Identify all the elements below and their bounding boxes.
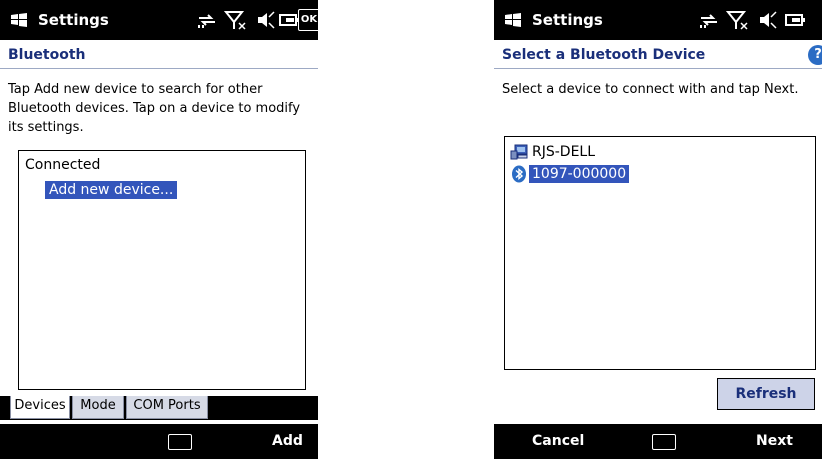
add-new-device-item[interactable]: Add new device... [45, 181, 178, 199]
tab-com-ports[interactable]: COM Ports [126, 396, 208, 419]
device-item-1097-000000[interactable]: 1097-000000 [509, 163, 630, 185]
app-title: Settings [532, 11, 603, 29]
signal-off-icon[interactable] [726, 9, 750, 31]
instructions-text: Select a device to connect with and tap … [502, 82, 799, 97]
page-header: Bluetooth [0, 44, 318, 69]
soft-key-bar: Cancel Next [494, 424, 822, 459]
device-item-rjs-dell[interactable]: RJS-DELL [509, 141, 598, 163]
battery-icon[interactable] [278, 9, 300, 31]
page-title: Select a Bluetooth Device [502, 47, 706, 63]
signal-off-icon[interactable] [224, 9, 248, 31]
instructions-line: Bluetooth devices. Tap on a device to mo… [8, 101, 301, 116]
title-bar: Settings [494, 0, 822, 40]
windows-logo-icon[interactable] [10, 12, 28, 28]
refresh-button[interactable]: Refresh [717, 378, 815, 410]
tab-devices[interactable]: Devices [10, 396, 70, 419]
connectivity-icon[interactable] [196, 9, 218, 31]
windows-logo-icon[interactable] [504, 12, 522, 28]
add-softkey[interactable]: Add [272, 433, 303, 449]
bluetooth-icon [512, 165, 526, 183]
page-header: Select a Bluetooth Device ? [494, 44, 822, 69]
soft-key-bar: Add [0, 424, 318, 459]
device-list[interactable]: Connected Add new device... [18, 150, 306, 390]
select-device-screen: Settings Select a Bluetooth Device ? Sel… [494, 0, 822, 459]
volume-off-icon[interactable] [256, 9, 276, 31]
keyboard-icon[interactable] [652, 434, 676, 450]
next-softkey[interactable]: Next [756, 433, 793, 449]
instructions-text: Tap Add new device to search for other B… [8, 80, 300, 137]
title-bar: Settings OK [0, 0, 318, 40]
computer-icon [510, 144, 528, 160]
device-list[interactable]: RJS-DELL 1097-000000 [504, 136, 816, 370]
device-label: 1097-000000 [529, 165, 630, 183]
ok-button[interactable]: OK [298, 9, 318, 31]
device-label: RJS-DELL [532, 144, 596, 160]
cancel-softkey[interactable]: Cancel [532, 433, 584, 449]
instructions-line: Tap Add new device to search for other [8, 82, 263, 97]
app-title: Settings [38, 11, 109, 29]
volume-off-icon[interactable] [758, 9, 778, 31]
tab-strip: Devices Mode COM Ports [0, 396, 318, 420]
battery-icon[interactable] [784, 9, 806, 31]
help-icon[interactable]: ? [808, 45, 822, 65]
group-label-connected: Connected [25, 157, 101, 173]
keyboard-icon[interactable] [168, 434, 192, 450]
instructions-line: its settings. [8, 120, 84, 135]
connectivity-icon[interactable] [698, 9, 720, 31]
tab-mode[interactable]: Mode [72, 396, 124, 419]
bluetooth-settings-screen: Settings OK Bluetooth Tap Add new device… [0, 0, 318, 459]
page-title: Bluetooth [8, 47, 86, 63]
